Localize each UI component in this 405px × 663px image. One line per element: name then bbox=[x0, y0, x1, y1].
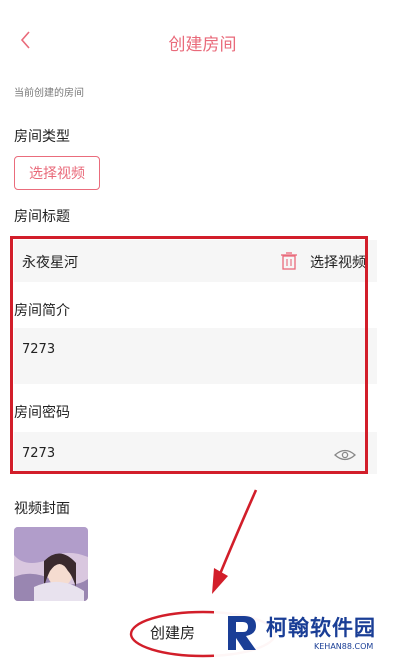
annotation-box bbox=[10, 236, 368, 474]
page-title: 创建房间 bbox=[168, 35, 237, 55]
watermark-logo-icon bbox=[228, 616, 256, 650]
create-room-button[interactable]: 创建房 bbox=[150, 622, 195, 643]
current-room-label: 当前创建的房间 bbox=[14, 88, 84, 99]
video-cover-label: 视频封面 bbox=[14, 501, 70, 517]
select-video-button[interactable]: 选择视频 bbox=[14, 156, 100, 190]
watermark: 柯翰软件园 KEHAN88.COM bbox=[214, 604, 404, 662]
room-type-label: 房间类型 bbox=[14, 129, 70, 145]
annotation-arrow bbox=[212, 489, 258, 594]
video-cover-image[interactable] bbox=[14, 527, 88, 601]
watermark-site: KEHAN88.COM bbox=[314, 642, 374, 651]
room-title-label: 房间标题 bbox=[14, 209, 70, 225]
watermark-brand: 柯翰软件园 bbox=[266, 616, 376, 640]
